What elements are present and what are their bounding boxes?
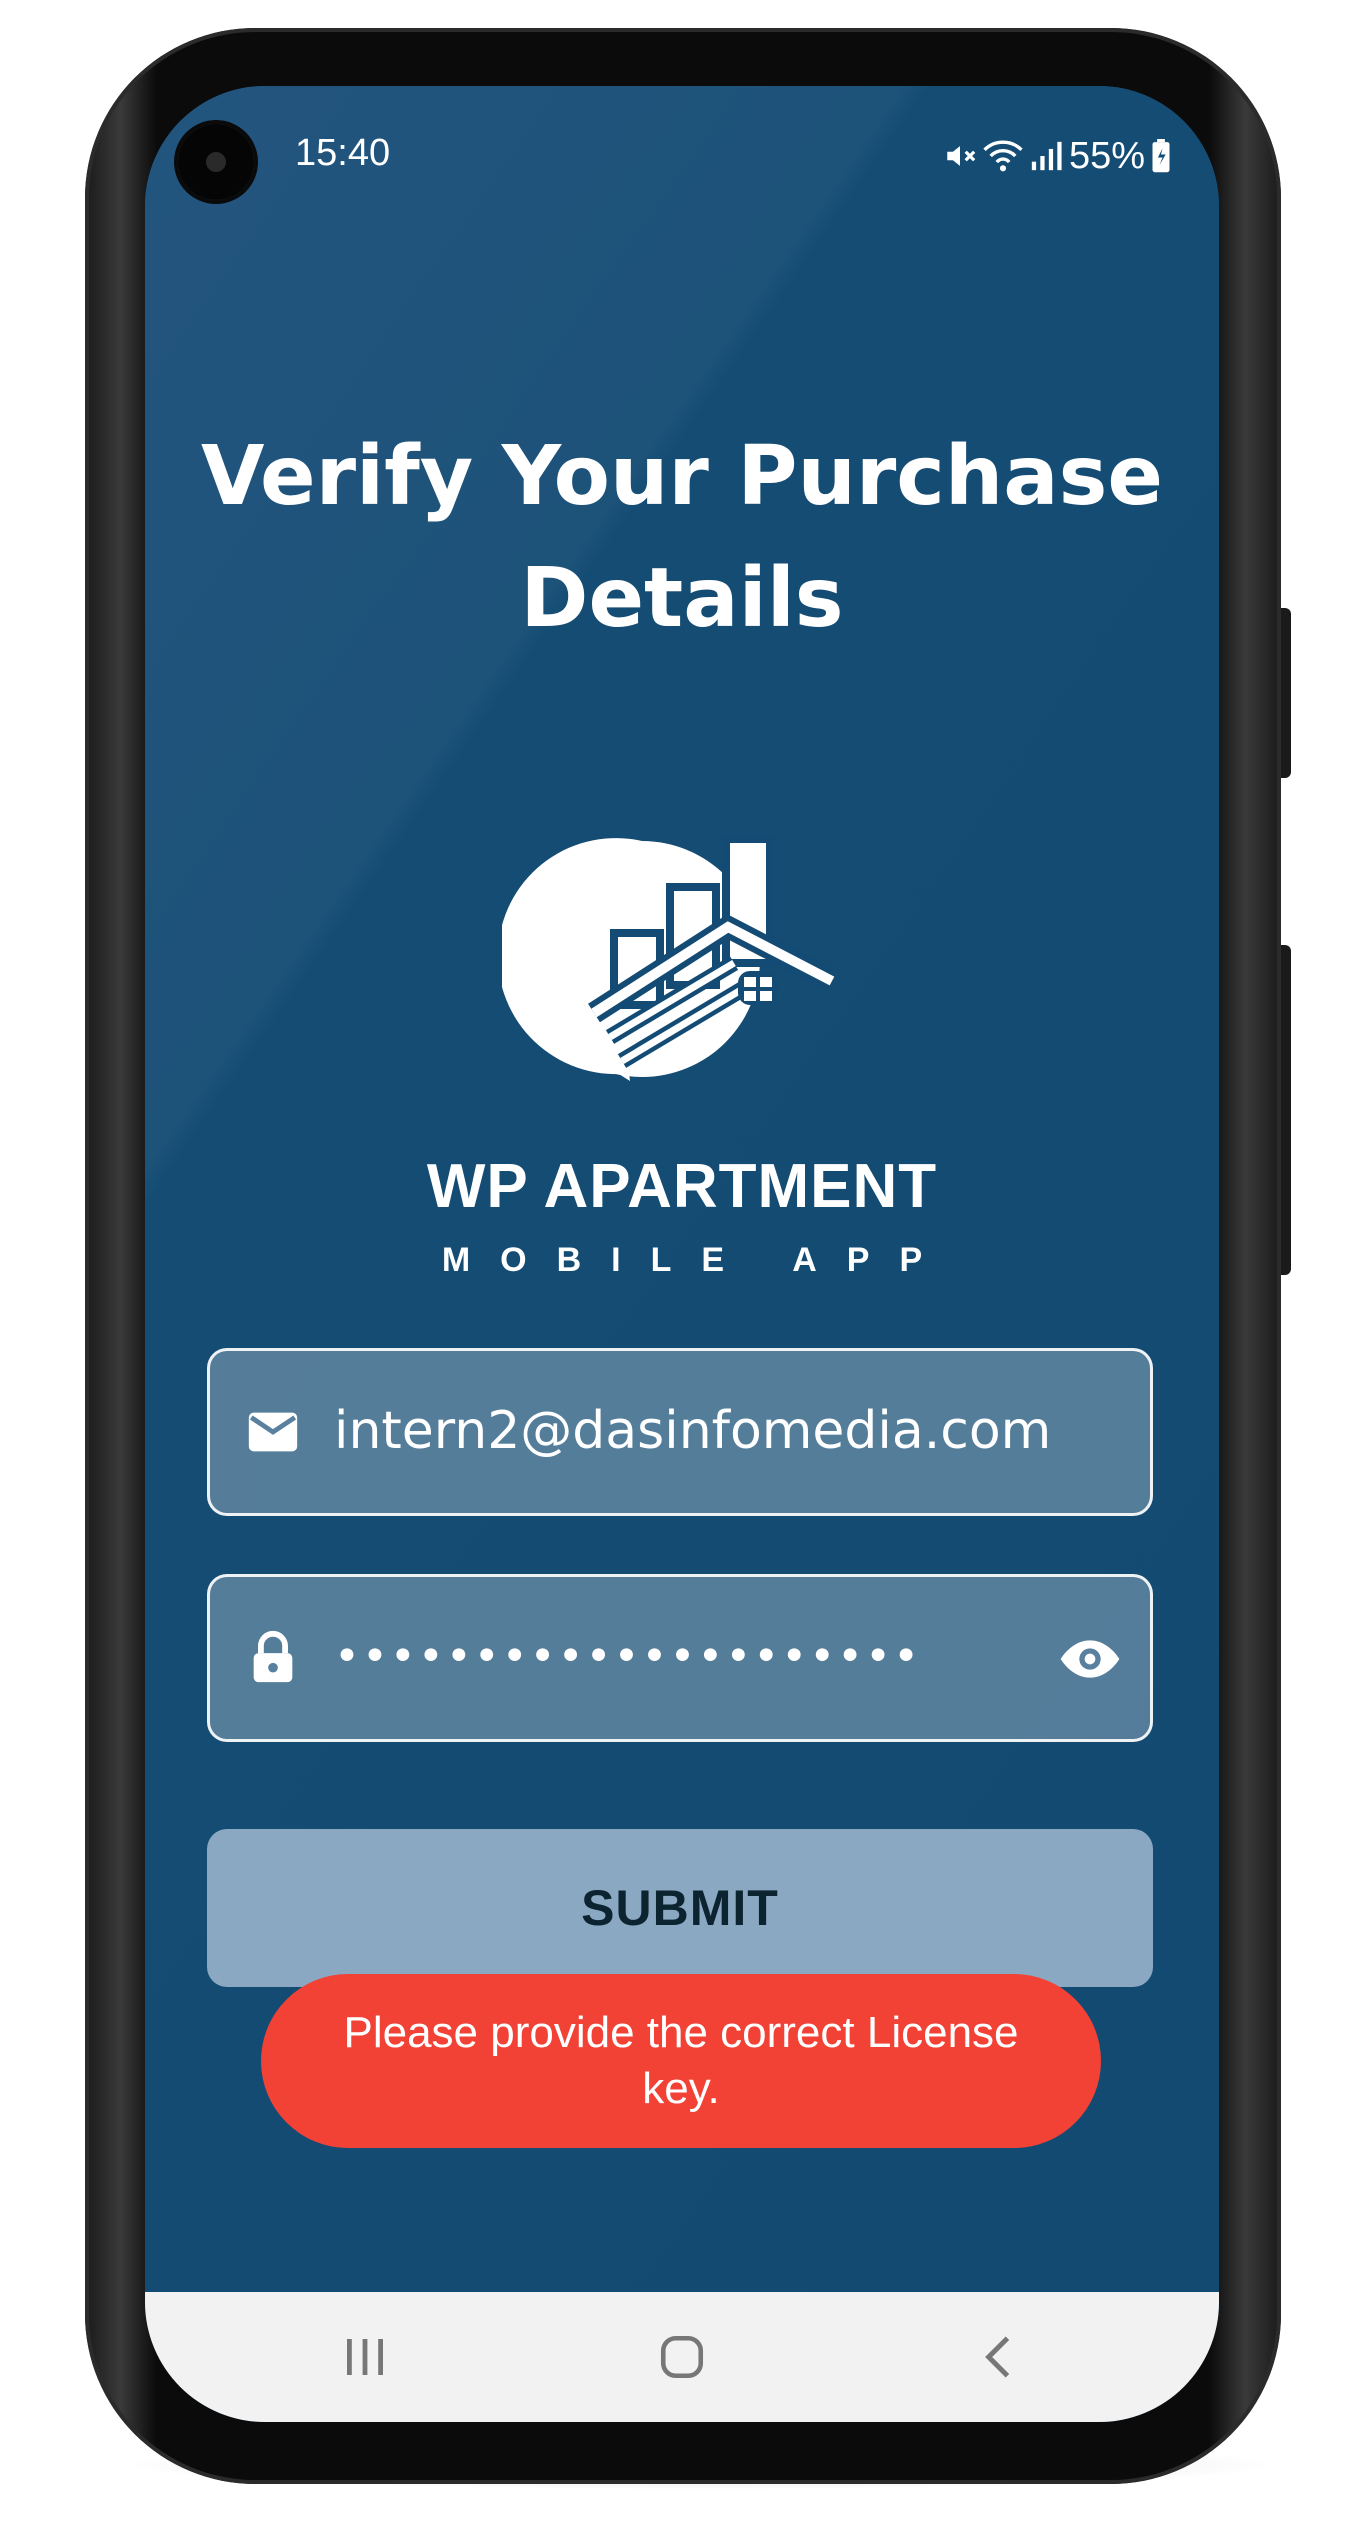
wifi-icon: [983, 139, 1023, 173]
page-title: Verify Your Purchase Details: [200, 429, 1164, 646]
mute-icon: [943, 139, 977, 173]
back-icon[interactable]: [957, 2322, 1037, 2392]
screen: 15:40 55% Verify Your Purchase Details W…: [145, 86, 1219, 2422]
power-button: [1281, 945, 1291, 1275]
license-key-value[interactable]: •••••••••••••••••••••: [334, 1631, 921, 1682]
submit-button[interactable]: SUBMIT: [207, 1829, 1153, 1987]
camera-icon: [178, 124, 254, 200]
battery-percent: 55%: [1068, 134, 1145, 177]
status-bar: 15:40 55%: [145, 86, 1219, 226]
toast-message: Please provide the correct License key.: [343, 2008, 1019, 2113]
brand-name: WP APARTMENT: [426, 1152, 938, 1221]
error-toast: Please provide the correct License key.: [261, 1974, 1101, 2148]
email-value[interactable]: intern2@dasinfomedia.com: [334, 1401, 1051, 1461]
license-key-field[interactable]: •••••••••••••••••••••: [207, 1574, 1153, 1742]
eye-icon[interactable]: [1058, 1627, 1122, 1695]
lock-icon: [244, 1629, 302, 1691]
battery-icon: [1151, 139, 1171, 173]
brand-subtitle: MOBILE APP: [441, 1241, 953, 1279]
navigation-bar: [145, 2292, 1219, 2422]
home-icon[interactable]: [642, 2322, 722, 2392]
email-icon: [244, 1403, 302, 1465]
recent-apps-icon[interactable]: [325, 2322, 405, 2392]
app-logo: [497, 781, 862, 1091]
email-field[interactable]: intern2@dasinfomedia.com: [207, 1348, 1153, 1516]
status-icons: 55%: [943, 126, 1171, 186]
status-time: 15:40: [295, 132, 391, 174]
signal-icon: [1029, 139, 1063, 173]
volume-button: [1281, 608, 1291, 778]
